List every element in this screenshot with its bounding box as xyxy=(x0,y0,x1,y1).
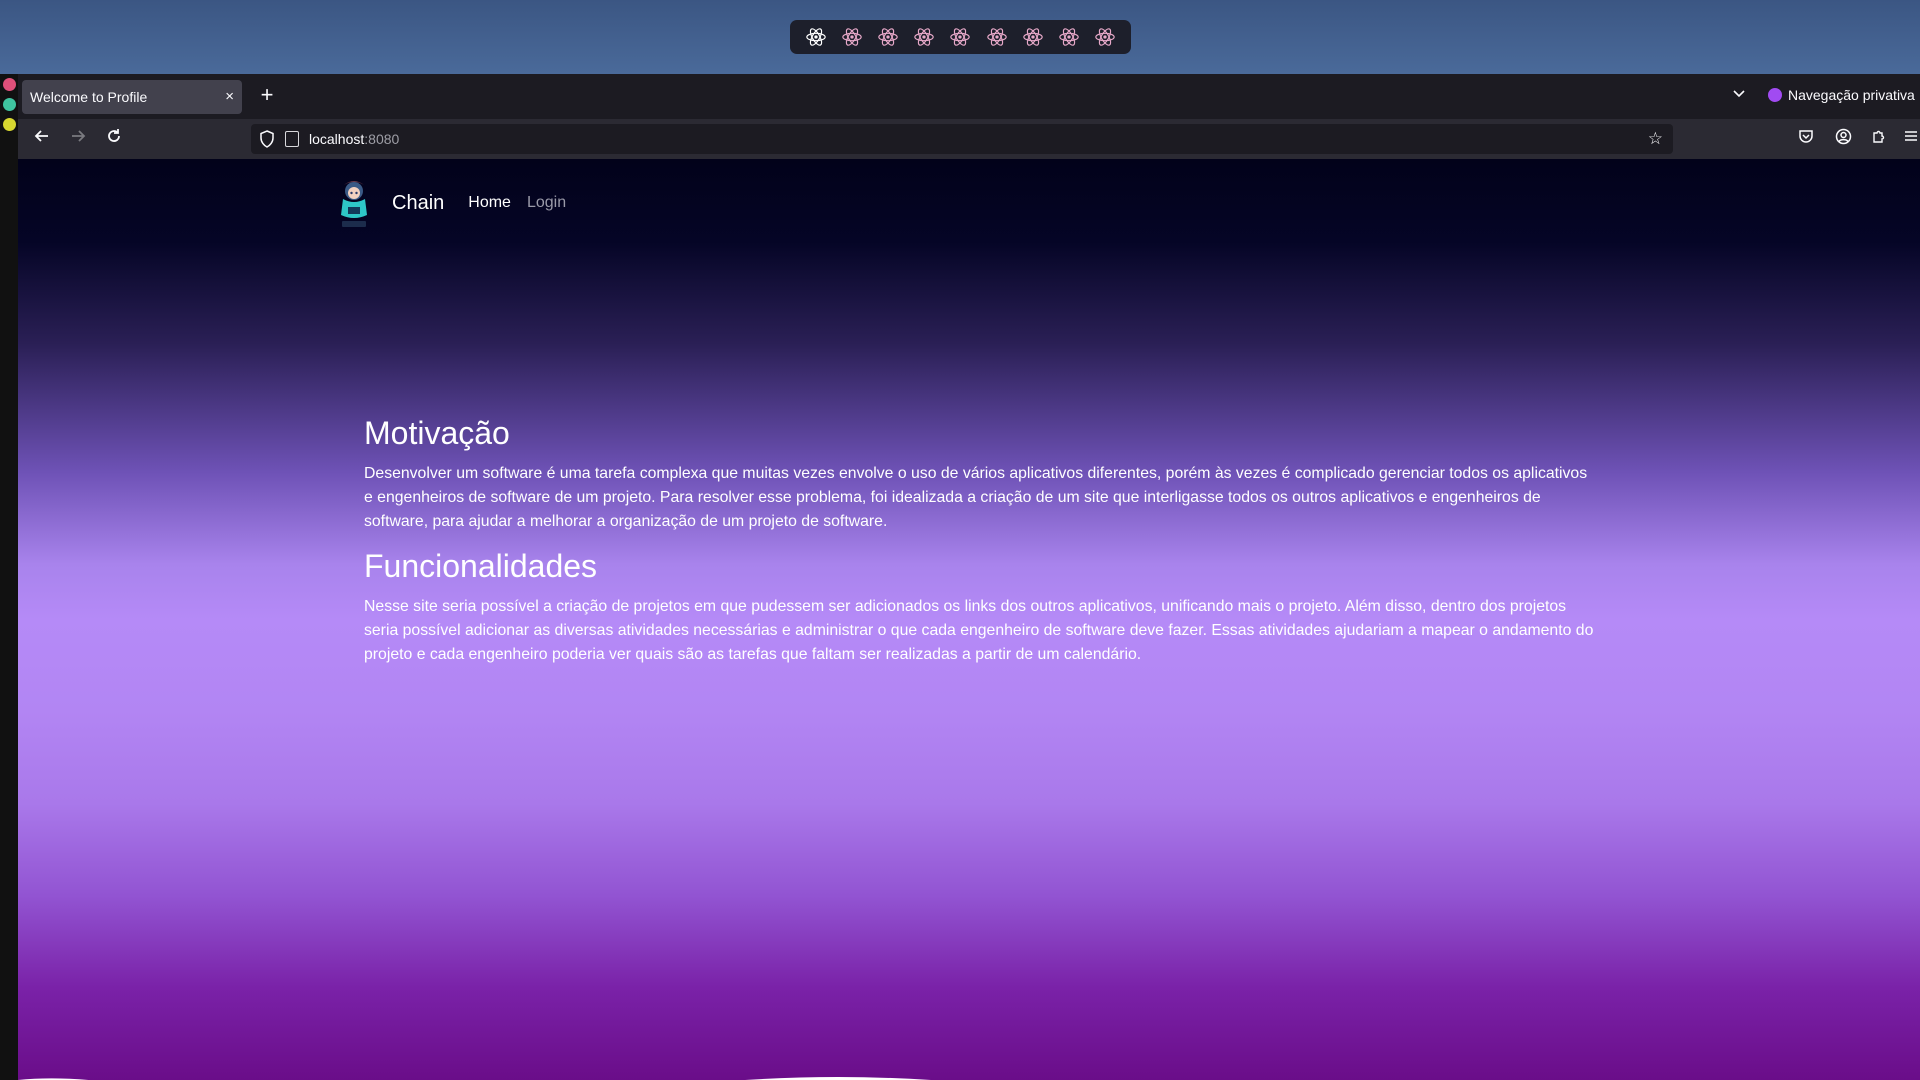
close-dot[interactable] xyxy=(3,78,16,91)
site-brand[interactable]: Chain xyxy=(392,192,444,215)
private-mask-icon xyxy=(1768,88,1782,102)
navigation-toolbar: localhost:8080 ☆ xyxy=(18,119,1920,159)
workspace-8-react-icon[interactable] xyxy=(1057,25,1081,49)
pocket-icon[interactable] xyxy=(1795,128,1817,150)
workspace-4-react-icon[interactable] xyxy=(912,25,936,49)
tab-bar: Welcome to Profile × + Navegação privati… xyxy=(18,74,1920,119)
workspace-5-react-icon[interactable] xyxy=(948,25,972,49)
maximize-dot[interactable] xyxy=(3,98,16,111)
url-text[interactable]: localhost:8080 xyxy=(309,131,399,147)
forward-arrow-icon[interactable] xyxy=(66,127,90,151)
section-heading-motivacao: Motivação xyxy=(364,415,510,451)
private-label: Navegação privativa xyxy=(1788,87,1915,103)
workspace-3-react-icon[interactable] xyxy=(876,25,900,49)
nav-login-link[interactable]: Login xyxy=(527,194,566,212)
page-info-icon[interactable] xyxy=(285,131,299,147)
bookmark-star-icon[interactable]: ☆ xyxy=(1648,129,1663,149)
menu-icon[interactable] xyxy=(1900,128,1920,150)
workspace-2-react-icon[interactable] xyxy=(840,25,864,49)
tab-title: Welcome to Profile xyxy=(30,89,148,105)
new-tab-button[interactable]: + xyxy=(254,82,280,108)
account-icon[interactable] xyxy=(1832,128,1854,150)
main-content: Motivação Desenvolver um software é uma … xyxy=(364,415,1594,681)
workspace-7-react-icon[interactable] xyxy=(1021,25,1045,49)
browser-window: Welcome to Profile × + Navegação privati… xyxy=(18,74,1920,1080)
site-navbar: Chain Home Login xyxy=(334,177,566,229)
tab-close-icon[interactable]: × xyxy=(225,88,234,105)
reload-icon[interactable] xyxy=(102,127,126,151)
workspace-6-react-icon[interactable] xyxy=(985,25,1009,49)
window-controls-strip xyxy=(0,74,18,1080)
workspace-9-react-icon[interactable] xyxy=(1093,25,1117,49)
section-text-motivacao: Desenvolver um software é uma tarefa com… xyxy=(364,465,1588,530)
nav-home-link[interactable]: Home xyxy=(468,194,511,212)
tracking-shield-icon[interactable] xyxy=(259,130,275,148)
back-arrow-icon[interactable] xyxy=(30,127,54,151)
bottom-wave-decoration xyxy=(18,1077,931,1080)
section-text-funcionalidades: Nesse site seria possível a criação de p… xyxy=(364,598,1594,663)
web-page: Chain Home Login Motivação Desenvolver u… xyxy=(18,159,1920,1080)
extensions-icon[interactable] xyxy=(1868,128,1890,150)
private-browsing-indicator: Navegação privativa xyxy=(1768,87,1915,103)
desktop-top-bar xyxy=(0,0,1920,74)
workspace-1-react-icon[interactable] xyxy=(804,25,828,49)
workspace-switcher xyxy=(790,20,1131,54)
tab-list-chevron-icon[interactable] xyxy=(1732,86,1746,103)
minimize-dot[interactable] xyxy=(3,118,16,131)
chain-logo-icon[interactable] xyxy=(334,177,374,229)
section-heading-funcionalidades: Funcionalidades xyxy=(364,548,598,584)
url-bar[interactable]: localhost:8080 ☆ xyxy=(251,124,1673,154)
active-tab[interactable]: Welcome to Profile × xyxy=(22,80,242,114)
